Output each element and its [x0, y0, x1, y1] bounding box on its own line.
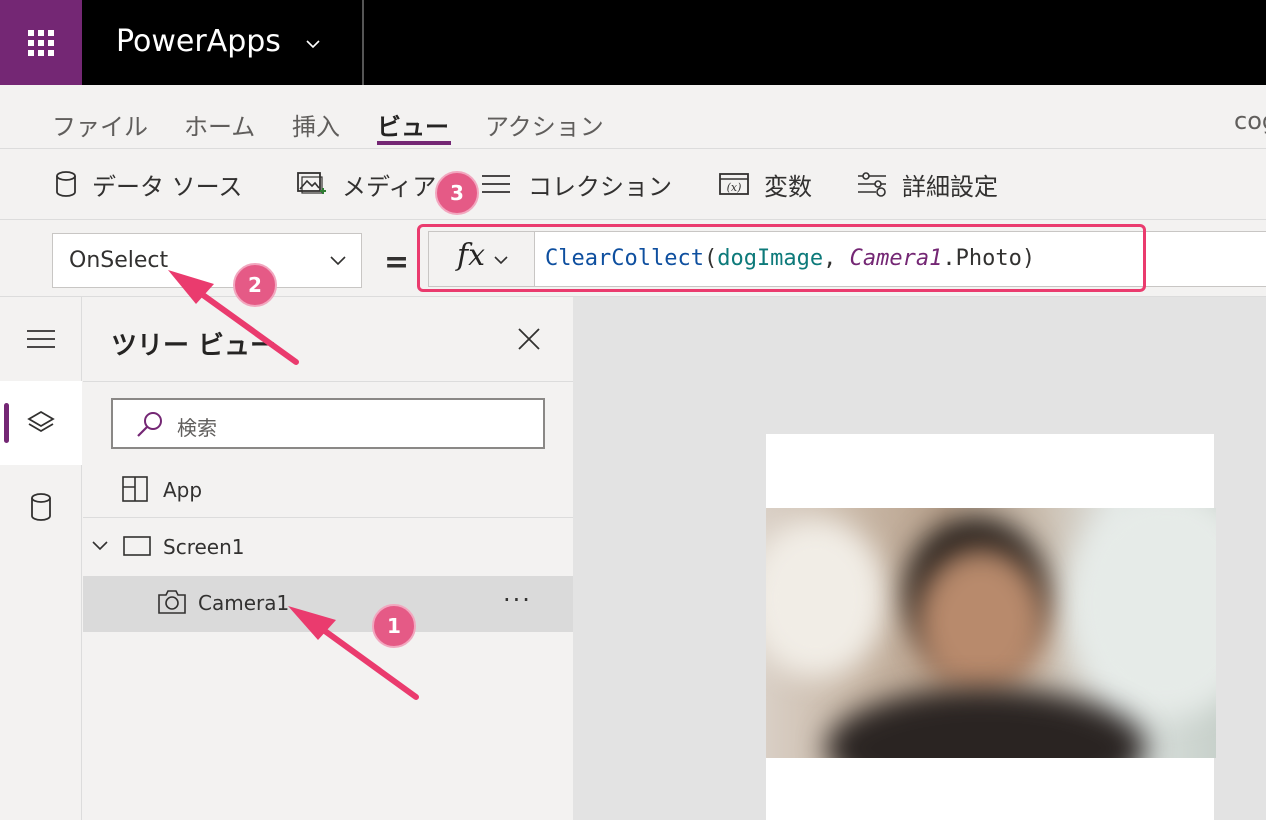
screen-icon: [123, 536, 151, 556]
panel-title: ツリー ビュー: [111, 331, 277, 361]
tree-item-label: Camera1: [198, 591, 290, 615]
media-label: メディア: [342, 172, 437, 201]
search-placeholder: 検索: [177, 416, 217, 440]
hamburger-button[interactable]: [0, 297, 82, 381]
design-canvas: [573, 297, 1266, 820]
variables-label: 変数: [764, 172, 812, 201]
active-tab-indicator: [377, 141, 451, 145]
screen1-canvas[interactable]: [766, 434, 1216, 820]
divider: [362, 0, 364, 85]
collection-icon: [482, 175, 510, 193]
variables-button[interactable]: (x) 変数: [718, 168, 812, 201]
search-field[interactable]: 検索: [111, 398, 545, 449]
chevron-down-icon: [330, 256, 346, 266]
tab-home[interactable]: ホーム: [184, 107, 255, 142]
tree-item-label: App: [163, 478, 203, 502]
step-badge-2: 2: [233, 263, 277, 307]
active-indicator: [4, 403, 9, 443]
blurred-shirt: [826, 688, 1146, 758]
left-rail: [0, 297, 82, 820]
settings-sliders-icon: [858, 172, 886, 197]
variable-icon: (x): [719, 173, 749, 195]
tree-view-panel: ツリー ビュー 検索 App Screen1 Camera1 ···: [83, 297, 573, 820]
search-icon: [137, 412, 162, 437]
blurred-face: [916, 548, 1046, 698]
equals-sign: =: [384, 245, 410, 280]
blurred-background: [1066, 508, 1216, 718]
camera1-control[interactable]: [766, 508, 1216, 758]
tab-action[interactable]: アクション: [485, 107, 604, 142]
top-bar: PowerApps: [0, 0, 1266, 85]
media-button[interactable]: メディア: [296, 168, 437, 201]
waffle-icon: [28, 29, 54, 56]
advanced-settings-label: 詳細設定: [902, 172, 998, 201]
tree-view-button[interactable]: [0, 381, 82, 465]
step-badge-3: 3: [435, 171, 479, 215]
tree-item-screen1[interactable]: Screen1: [83, 520, 573, 576]
tab-insert[interactable]: 挿入: [292, 107, 340, 142]
data-source-label: データ ソース: [92, 172, 243, 201]
layers-icon: [27, 410, 55, 433]
tree-item-camera1[interactable]: Camera1 ···: [83, 576, 573, 632]
hamburger-icon: [27, 330, 55, 348]
property-dropdown[interactable]: OnSelect: [52, 233, 362, 288]
close-icon[interactable]: [517, 327, 541, 351]
chevron-down-icon[interactable]: [91, 540, 109, 552]
app-launcher-button[interactable]: [0, 0, 82, 85]
data-button[interactable]: [0, 465, 82, 549]
divider: [83, 517, 573, 518]
tree-item-app[interactable]: App: [83, 463, 573, 519]
database-icon: [56, 171, 76, 197]
tree-item-label: Screen1: [163, 535, 245, 559]
step-badge-1: 1: [372, 604, 416, 648]
tab-file[interactable]: ファイル: [52, 107, 148, 142]
svg-text:(x): (x): [727, 181, 742, 194]
user-name[interactable]: cog: [1234, 107, 1266, 135]
app-title[interactable]: PowerApps: [116, 24, 281, 59]
media-icon: [297, 172, 326, 194]
property-value: OnSelect: [69, 248, 169, 273]
collection-button[interactable]: コレクション: [478, 168, 672, 201]
app-icon: [122, 476, 148, 502]
collection-label: コレクション: [528, 172, 672, 201]
chevron-down-icon[interactable]: [305, 36, 321, 52]
camera-icon: [158, 590, 186, 614]
tab-view[interactable]: ビュー: [377, 107, 449, 142]
divider: [83, 381, 573, 382]
highlight-box: [417, 224, 1146, 292]
ribbon: データ ソース メディア コレクション (x) 変数 詳細設定: [0, 150, 1266, 220]
data-source-button[interactable]: データ ソース: [54, 168, 243, 201]
menu-bar: ファイル ホーム 挿入 ビュー アクション cog: [0, 85, 1266, 149]
blurred-background: [766, 518, 886, 678]
database-icon: [31, 493, 51, 521]
advanced-settings-button[interactable]: 詳細設定: [856, 168, 998, 201]
more-options-button[interactable]: ···: [503, 586, 532, 614]
powerapps-studio: PowerApps ファイル ホーム 挿入 ビュー アクション cog データ …: [0, 0, 1266, 820]
